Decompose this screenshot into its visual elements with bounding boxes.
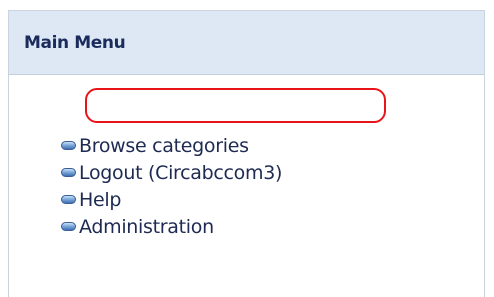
- bullet-icon: [61, 195, 76, 204]
- main-menu-title: Main Menu: [24, 33, 126, 53]
- bullet-icon: [61, 222, 76, 231]
- logout-link[interactable]: Logout (Circabccom3): [79, 162, 282, 184]
- main-menu-list: Browse categories Logout (Circabccom3) H…: [61, 133, 282, 241]
- menu-item-help[interactable]: Help: [61, 187, 282, 214]
- menu-item-browse-categories[interactable]: Browse categories: [61, 133, 282, 160]
- bullet-icon: [61, 141, 76, 150]
- administration-link[interactable]: Administration: [79, 216, 214, 238]
- main-menu-header: Main Menu: [9, 11, 484, 75]
- main-menu-panel: Main Menu Browse categories Logout (Circ…: [8, 10, 485, 297]
- menu-item-logout[interactable]: Logout (Circabccom3): [61, 160, 282, 187]
- help-link[interactable]: Help: [79, 189, 121, 211]
- bullet-icon: [61, 168, 76, 177]
- main-menu-body: Browse categories Logout (Circabccom3) H…: [9, 75, 484, 297]
- browse-categories-link[interactable]: Browse categories: [79, 135, 249, 157]
- menu-item-administration[interactable]: Administration: [61, 214, 282, 241]
